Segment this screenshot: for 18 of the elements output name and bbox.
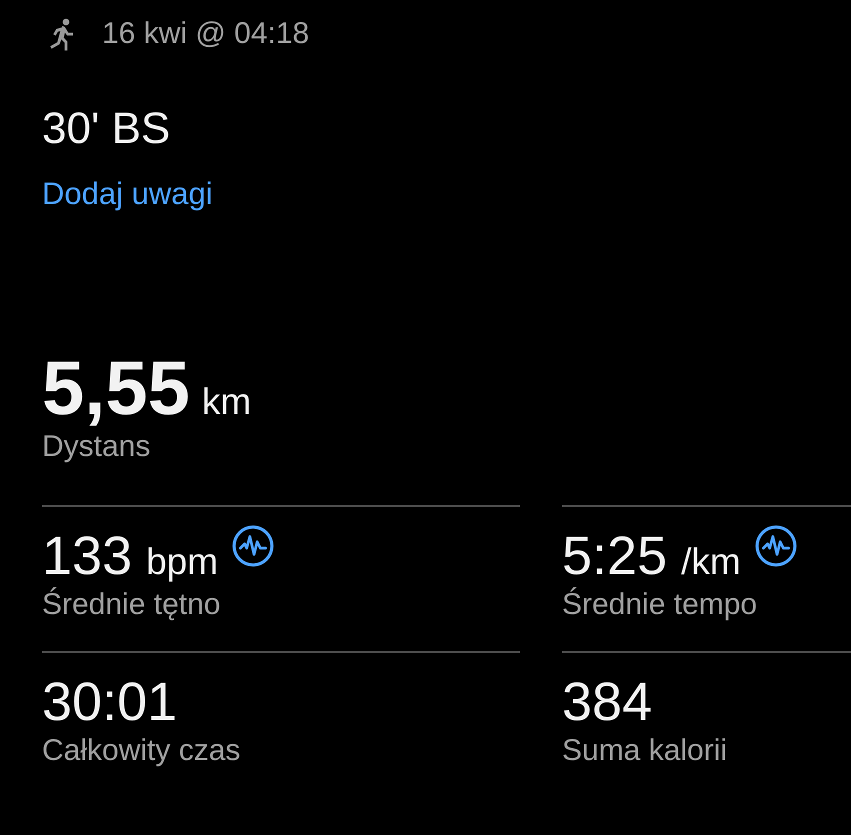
distance-label: Dystans [42,429,152,465]
stat-value: 30:01 [42,671,178,733]
distance-unit: km [202,381,252,423]
stat-value: 5:25 [562,525,668,587]
pulse-chart-icon[interactable] [754,525,797,567]
stat-unit: bpm [146,541,218,583]
stat-value: 133 [42,525,132,587]
pulse-chart-icon[interactable] [232,525,274,567]
distance-value: 5,55 [42,349,190,429]
stat-label: Suma kalorii [562,733,728,769]
stat-label: Średnie tętno [42,587,222,623]
add-notes-link[interactable]: Dodaj uwagi [42,174,213,214]
stat-unit: /km [681,541,741,583]
stat-value: 384 [562,671,652,733]
stat-label: Średnie tempo [562,587,758,623]
activity-date: 16 kwi @ 04:18 [102,17,310,51]
stat-label: Całkowity czas [42,733,242,769]
activity-title: 30' BS [42,104,170,154]
